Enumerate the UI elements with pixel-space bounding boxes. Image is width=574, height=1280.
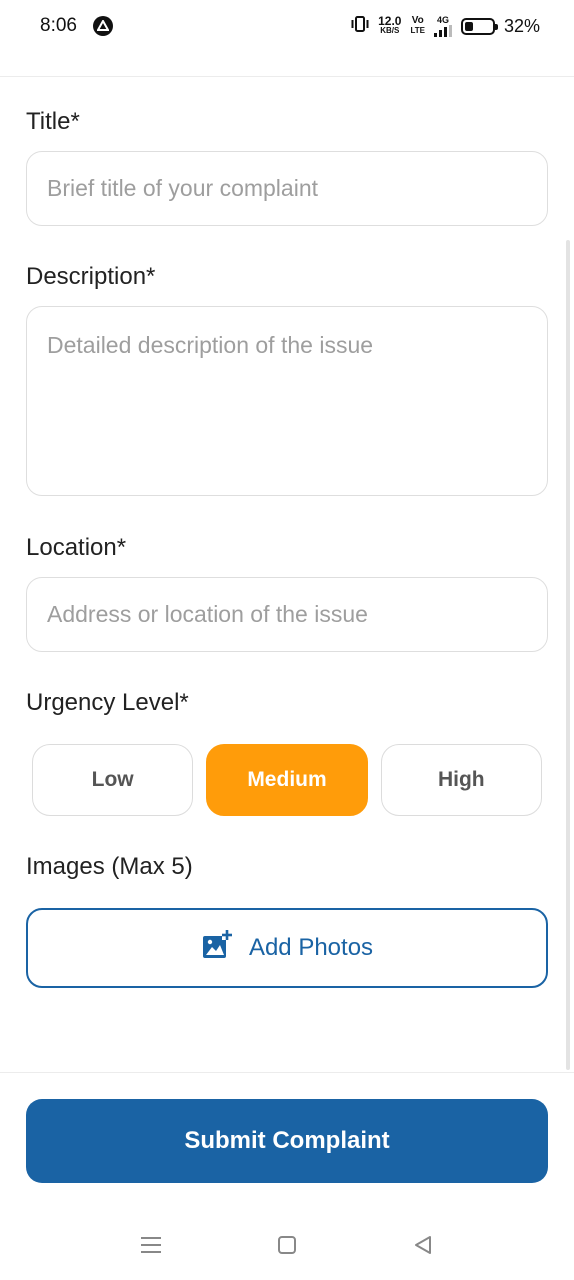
menu-icon[interactable] <box>138 1232 164 1258</box>
title-input[interactable] <box>26 151 548 226</box>
add-photos-label: Add Photos <box>248 934 374 961</box>
clock: 8:06 <box>40 15 77 36</box>
volte-bottom: LTE <box>410 26 425 35</box>
battery-fill <box>464 21 474 31</box>
location-input[interactable] <box>26 577 548 652</box>
system-nav-bar <box>0 1210 574 1280</box>
home-square-icon[interactable] <box>274 1232 300 1258</box>
data-speed-unit: KB/S <box>380 26 400 35</box>
network-indicator: 4G <box>433 15 452 37</box>
urgency-label: Urgency Level* <box>26 689 189 716</box>
location-label: Location* <box>26 534 127 561</box>
status-left: 8:06 <box>40 15 113 37</box>
status-bar: 8:06 12.0 KB/S Vo LTE 4G 32% <box>0 0 574 52</box>
vibrate-icon <box>351 15 369 37</box>
images-label: Images (Max 5) <box>26 853 193 880</box>
volte-top: Vo <box>411 15 424 26</box>
description-label: Description* <box>26 263 156 290</box>
add-photo-icon <box>201 929 233 968</box>
data-speed-value: 12.0 <box>378 14 402 28</box>
battery-icon <box>460 17 498 35</box>
footer-divider <box>0 1072 574 1073</box>
urgency-selector: Low Medium High <box>32 744 542 816</box>
signal-icon <box>433 25 452 37</box>
urgency-high-button[interactable]: High <box>380 744 542 816</box>
network-type: 4G <box>436 15 449 25</box>
volte-indicator: Vo LTE <box>410 16 425 36</box>
header-divider <box>0 76 574 77</box>
data-speed: 12.0 KB/S <box>378 14 402 36</box>
battery-percent: 32% <box>503 15 540 36</box>
status-right: 12.0 KB/S Vo LTE 4G 32% <box>351 15 540 37</box>
urgency-medium-button[interactable]: Medium <box>206 744 368 816</box>
urgency-low-button[interactable]: Low <box>32 744 194 816</box>
submit-complaint-button[interactable]: Submit Complaint <box>26 1099 548 1183</box>
scrollbar[interactable] <box>566 240 570 1070</box>
back-triangle-icon[interactable] <box>410 1232 436 1258</box>
add-photos-button[interactable]: Add Photos <box>26 908 548 988</box>
title-label: Title* <box>26 108 80 135</box>
description-input[interactable] <box>26 306 548 496</box>
app-notification-icon <box>92 16 113 36</box>
